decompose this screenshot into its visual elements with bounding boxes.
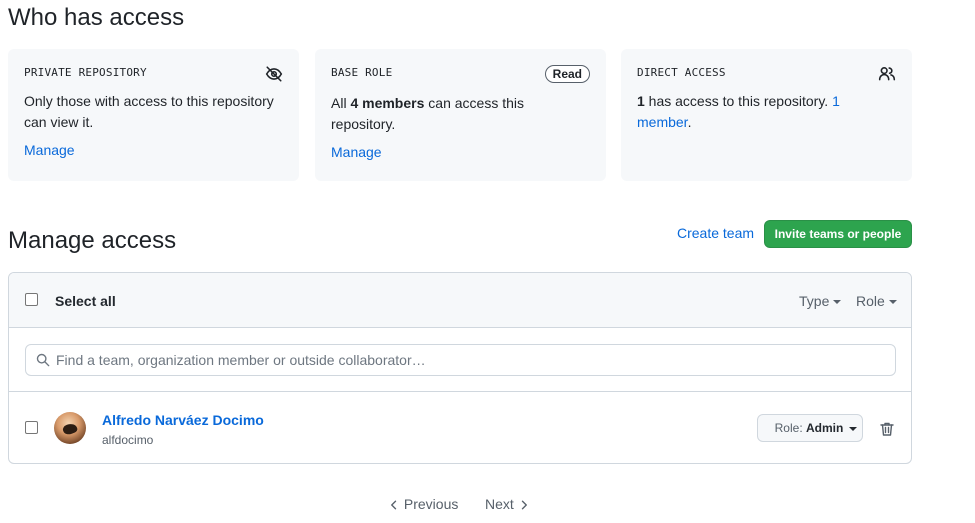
- card-text: All 4 members can access this repository…: [331, 93, 590, 135]
- role-label: Role:: [774, 421, 803, 435]
- text-period: .: [687, 114, 692, 130]
- manage-access-heading: Manage access: [8, 227, 177, 254]
- member-name-link[interactable]: Alfredo Narváez Docimo: [102, 412, 264, 428]
- search-input[interactable]: [56, 345, 886, 375]
- card-title: PRIVATE REPOSITORY: [24, 66, 147, 79]
- direct-count: 1: [637, 93, 645, 109]
- invite-teams-or-people-button[interactable]: Invite teams or people: [764, 220, 912, 248]
- members-count: 4 members: [350, 95, 425, 111]
- chevron-left-icon: [391, 500, 397, 510]
- card-title: DIRECT ACCESS: [637, 66, 726, 79]
- role-filter-label: Role: [856, 293, 885, 309]
- trash-icon[interactable]: [879, 421, 895, 437]
- select-all-checkbox[interactable]: [25, 293, 38, 306]
- member-role-dropdown[interactable]: Role: Admin: [757, 414, 863, 442]
- avatar: [54, 412, 86, 444]
- private-repository-card: PRIVATE REPOSITORY Only those with acces…: [8, 49, 299, 181]
- search-box: [25, 344, 896, 376]
- type-filter-label: Type: [799, 293, 830, 309]
- role-filter-menu[interactable]: Role: [856, 293, 897, 309]
- select-all-label: Select all: [55, 293, 116, 309]
- manage-base-role-link[interactable]: Manage: [331, 144, 382, 160]
- chevron-down-icon: [849, 426, 858, 431]
- who-has-access-heading: Who has access: [8, 4, 185, 31]
- next-label: Next: [485, 496, 514, 512]
- eye-closed-icon: [265, 66, 283, 82]
- access-list-panel: Select all Type Role Alfredo Narváez Doc…: [8, 272, 912, 464]
- member-checkbox[interactable]: [25, 421, 38, 434]
- page: Who has access PRIVATE REPOSITORY Only t…: [0, 0, 975, 523]
- base-role-badge: Read: [544, 65, 590, 83]
- chevron-down-icon: [833, 300, 842, 305]
- create-team-link[interactable]: Create team: [677, 225, 754, 241]
- search-row: [9, 328, 911, 392]
- base-role-card: BASE ROLE Read All 4 members can access …: [315, 49, 606, 181]
- member-login: alfdocimo: [102, 433, 154, 447]
- previous-label: Previous: [403, 496, 459, 512]
- chevron-right-icon: [521, 500, 527, 510]
- access-list-header: Select all Type Role: [9, 273, 911, 328]
- text-suffix: has access to this repository.: [644, 93, 833, 109]
- people-icon: [878, 67, 896, 81]
- chevron-down-icon: [888, 300, 897, 305]
- card-text: Only those with access to this repositor…: [24, 93, 274, 130]
- text-prefix: All: [331, 95, 351, 111]
- card-text: 1 has access to this repository. 1 membe…: [637, 91, 896, 133]
- search-icon: [36, 353, 50, 367]
- role-value: Admin: [806, 421, 844, 435]
- manage-visibility-link[interactable]: Manage: [24, 142, 75, 158]
- direct-access-card: DIRECT ACCESS 1 has access to this repos…: [621, 49, 912, 181]
- type-filter-menu[interactable]: Type: [799, 293, 842, 309]
- next-page-button[interactable]: Next: [485, 496, 530, 512]
- previous-page-button[interactable]: Previous: [388, 496, 458, 512]
